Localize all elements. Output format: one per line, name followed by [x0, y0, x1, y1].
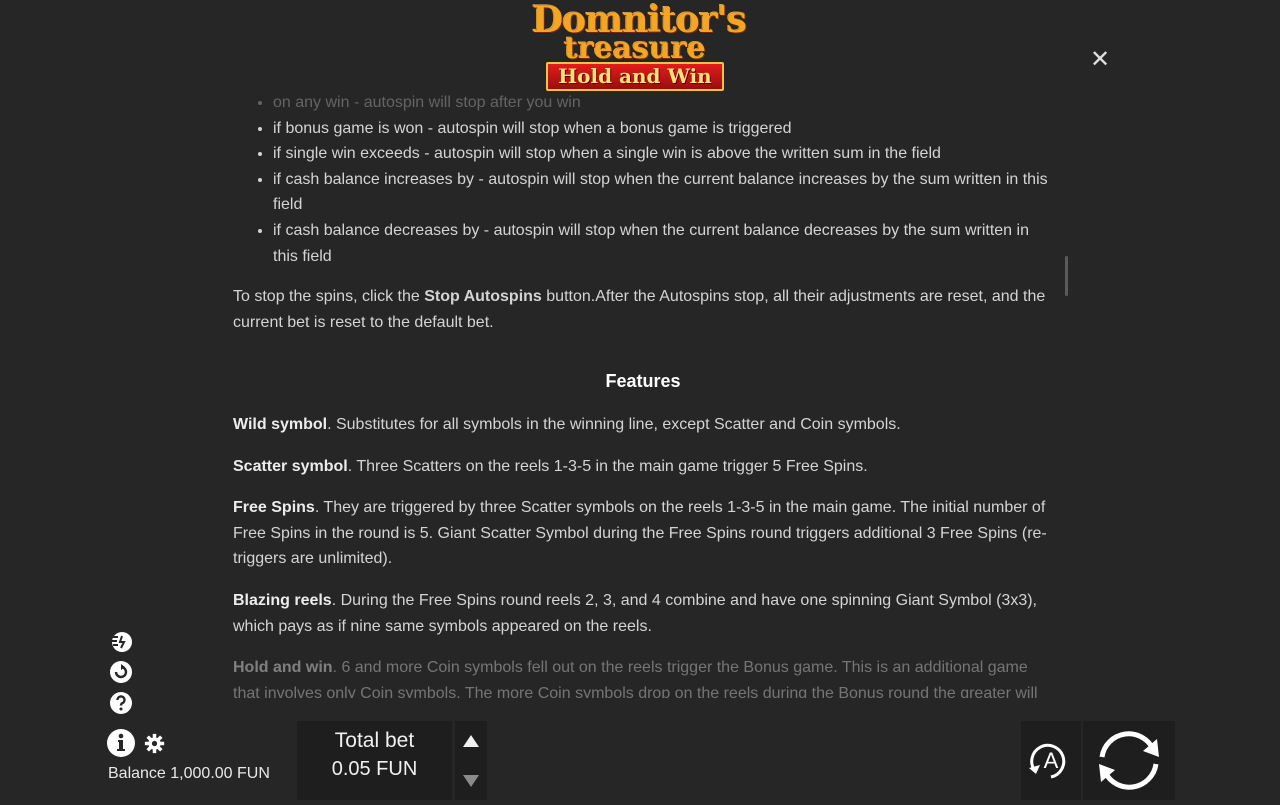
balance-display: Balance 1,000.00 FUN — [108, 765, 270, 783]
feature-free-spins: Free Spins. They are triggered by three … — [233, 495, 1053, 572]
text: To stop the spins, click the — [233, 288, 425, 306]
stop-autospins-term: Stop Autospins — [424, 288, 542, 306]
feature-name: Free Spins — [233, 499, 315, 517]
feature-text: . Substitutes for all symbols in the win… — [327, 415, 901, 433]
spin-button[interactable] — [1083, 721, 1175, 800]
feature-scatter: Scatter symbol. Three Scatters on the re… — [233, 454, 1053, 480]
help-content[interactable]: on any win - autospin will stop after yo… — [233, 90, 1053, 698]
feature-text: . They are triggered by three Scatter sy… — [233, 499, 1047, 568]
settings-gear-icon[interactable] — [144, 733, 165, 754]
list-item: if cash balance decreases by - autospin … — [273, 218, 1053, 269]
autoplay-letter: A — [1044, 748, 1059, 773]
feature-blazing-reels: Blazing reels. During the Free Spins rou… — [233, 588, 1053, 639]
bet-decrease-arrow-icon[interactable] — [463, 775, 479, 787]
spin-icon — [1099, 731, 1159, 790]
close-icon[interactable]: ✕ — [1088, 48, 1112, 72]
autoplay-button[interactable]: A — [1021, 721, 1081, 800]
scrollbar-thumb[interactable] — [1065, 256, 1068, 296]
quick-spin-icon[interactable] — [109, 660, 133, 684]
feature-name: Hold and win — [233, 659, 333, 677]
features-heading: Features — [605, 371, 681, 392]
turbo-spin-icon[interactable] — [109, 629, 133, 653]
total-bet-label: Total bet — [334, 729, 415, 752]
total-bet-value: 0.05 FUN — [331, 758, 418, 780]
feature-text: . Three Scatters on the reels 1-3-5 in t… — [347, 457, 868, 475]
list-item: if cash balance increases by - autospin … — [273, 167, 1053, 218]
feature-wild: Wild symbol. Substitutes for all symbols… — [233, 412, 1053, 438]
list-item: on any win - autospin will stop after yo… — [273, 90, 1053, 116]
game-logo: Domnitor's treasure Hold and Win — [532, 0, 747, 96]
balance-label: Balance — [108, 765, 166, 782]
bet-increase-arrow-icon[interactable] — [463, 735, 479, 747]
list-item: if bonus game is won - autospin will sto… — [273, 116, 1053, 142]
info-icon[interactable] — [106, 728, 136, 758]
feature-hold-and-win: Hold and win. 6 and more Coin symbols fe… — [233, 655, 1053, 698]
autoplay-icon: A — [1029, 743, 1066, 779]
autospin-conditions-list: on any win - autospin will stop after yo… — [233, 90, 1053, 269]
feature-name: Wild symbol — [233, 415, 328, 433]
bet-stepper — [455, 721, 487, 800]
help-icon[interactable] — [109, 691, 133, 715]
feature-name: Scatter symbol — [233, 457, 348, 475]
stop-autospins-paragraph: To stop the spins, click the Stop Autosp… — [233, 284, 1053, 335]
balance-value: 1,000.00 FUN — [170, 765, 270, 782]
logo-banner: Hold and Win — [546, 62, 724, 91]
feature-text: . 6 and more Coin symbols fell out on th… — [233, 659, 1038, 698]
feature-name: Blazing reels — [233, 591, 332, 609]
feature-text: . During the Free Spins round reels 2, 3… — [233, 591, 1037, 635]
list-item: if single win exceeds - autospin will st… — [273, 141, 1053, 167]
total-bet-panel: Total bet 0.05 FUN — [297, 721, 452, 800]
